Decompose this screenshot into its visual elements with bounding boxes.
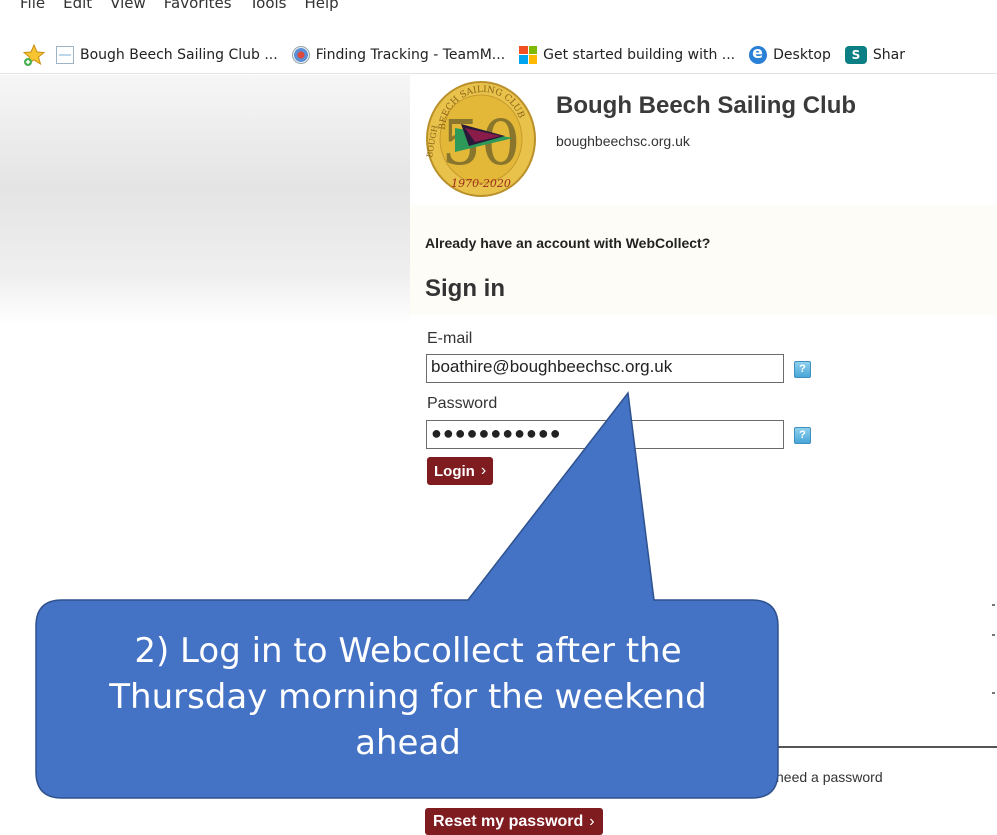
- section-divider: [766, 746, 997, 748]
- chevron-right-icon: ›: [480, 462, 487, 479]
- browser-menu-bar: File Edit View Favorites Tools Help: [0, 0, 997, 34]
- edge-tick: [992, 634, 995, 636]
- menu-favorites[interactable]: Favorites: [164, 0, 232, 12]
- favorite-label: Finding Tracking - TeamM...: [315, 46, 506, 63]
- favorite-label: Shar: [872, 46, 905, 63]
- favorite-label: Bough Beech Sailing Club ...: [80, 46, 278, 63]
- reset-button-label: Reset my password: [433, 812, 584, 830]
- email-help-icon[interactable]: ?: [794, 361, 811, 378]
- favorite-link-sharepoint[interactable]: S Shar: [844, 45, 905, 64]
- menu-edit[interactable]: Edit: [63, 0, 92, 12]
- microsoft-icon: [519, 45, 538, 64]
- edge-tick: [992, 604, 995, 606]
- callout-text: 2) Log in to Webcollect after the Thursd…: [38, 628, 778, 766]
- already-have-account-text: Already have an account with WebCollect?: [425, 235, 711, 251]
- tracking-icon: [291, 45, 310, 64]
- favorites-bar: Bough Beech Sailing Club ... Finding Tra…: [0, 36, 997, 74]
- favorite-link-finding-tracking[interactable]: Finding Tracking - TeamM...: [291, 45, 506, 64]
- menu-file[interactable]: File: [20, 0, 45, 12]
- password-label: Password: [427, 395, 498, 412]
- favorite-label: Get started building with ...: [543, 46, 736, 63]
- callout-line: ahead: [355, 723, 461, 763]
- left-gradient-panel: [0, 75, 410, 325]
- menu-help[interactable]: Help: [305, 0, 339, 12]
- email-field[interactable]: boathire@boughbeechsc.org.uk: [426, 354, 784, 383]
- club-name: Bough Beech Sailing Club: [556, 92, 857, 119]
- reset-password-button[interactable]: Reset my password ›: [425, 808, 603, 835]
- page-icon: [56, 45, 74, 64]
- edge-tick: [992, 692, 995, 694]
- club-url: boughbeechsc.org.uk: [556, 133, 690, 149]
- login-button-label: Login: [434, 462, 475, 480]
- sharepoint-icon: S: [844, 45, 867, 64]
- callout-line: 2) Log in to Webcollect after the: [134, 631, 682, 671]
- callout-line: Thursday morning for the weekend: [109, 677, 707, 717]
- chevron-right-icon: ›: [589, 812, 595, 830]
- ie-icon: [749, 43, 768, 64]
- add-favorite-star-icon[interactable]: [22, 43, 46, 67]
- favorite-label: Desktop: [773, 46, 831, 63]
- login-button[interactable]: Login ›: [427, 457, 494, 485]
- club-logo: BEECH SAILING CLUB BOUGH 50 1970-2020: [425, 81, 536, 197]
- logo-years: 1970-2020: [451, 177, 511, 190]
- favorite-link-desktop[interactable]: Desktop: [749, 43, 831, 64]
- email-label: E-mail: [427, 330, 473, 347]
- favorite-link-bough-beech[interactable]: Bough Beech Sailing Club ...: [56, 45, 278, 64]
- need-password-text: need a password: [776, 769, 883, 785]
- menu-tools[interactable]: Tools: [250, 0, 287, 12]
- signin-title: Sign in: [425, 275, 505, 302]
- password-help-icon[interactable]: ?: [794, 427, 811, 444]
- menu-view[interactable]: View: [110, 0, 146, 12]
- menu-strip: File Edit View Favorites Tools Help: [20, 0, 339, 12]
- password-field[interactable]: ●●●●●●●●●●●: [426, 420, 784, 449]
- favorite-link-get-started[interactable]: Get started building with ...: [519, 45, 736, 64]
